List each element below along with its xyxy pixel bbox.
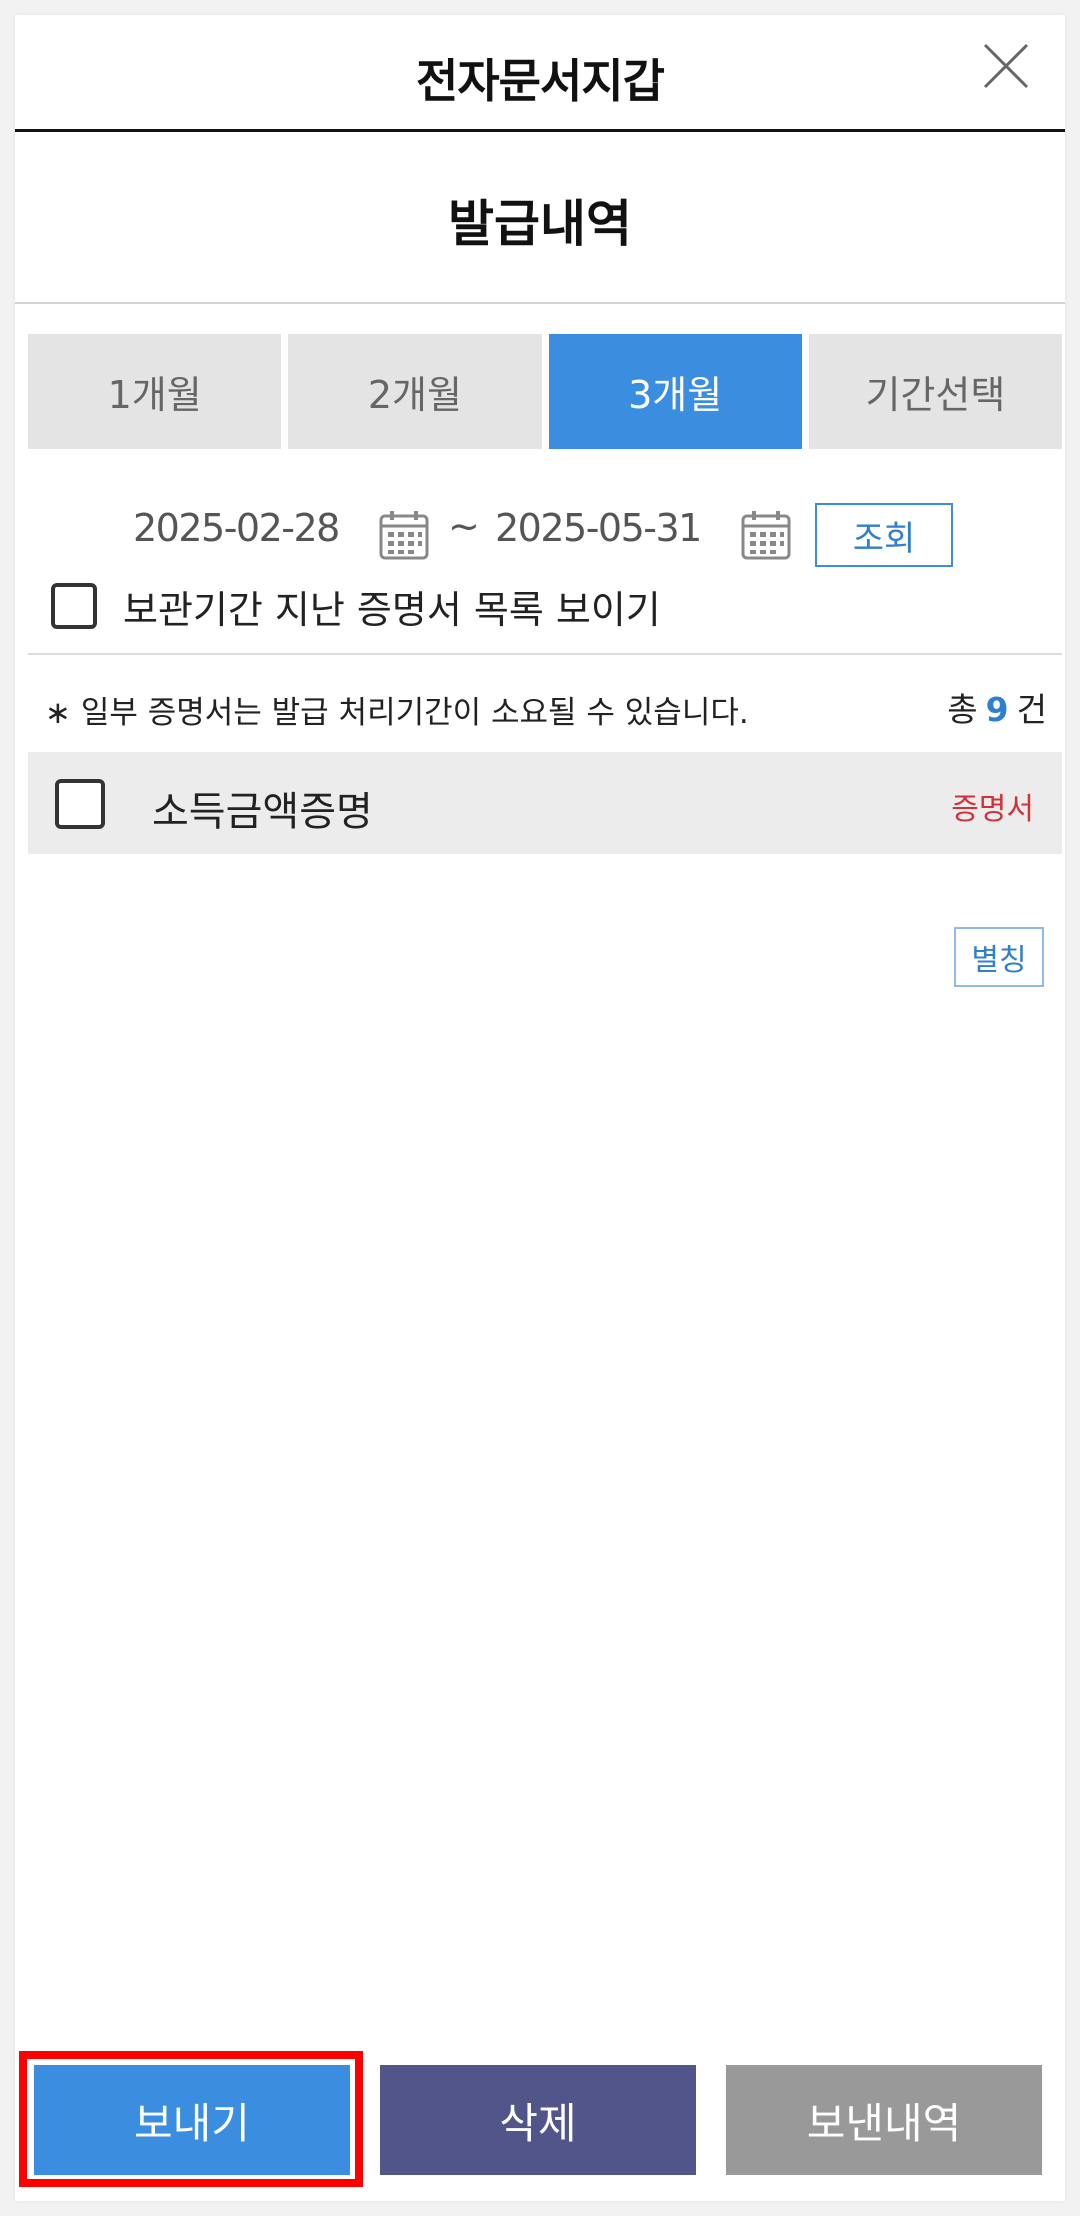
count-prefix: 총	[947, 690, 978, 729]
tab-3-months[interactable]: 3개월	[548, 334, 802, 449]
count-suffix: 건	[1016, 690, 1047, 729]
close-button[interactable]	[981, 41, 1031, 91]
divider	[28, 653, 1062, 655]
header: 전자문서지갑	[15, 15, 1065, 132]
count-value: 9	[985, 690, 1009, 729]
show-expired-label: 보관기간 지난 증명서 목록 보이기	[123, 587, 661, 632]
total-count: 총9건	[947, 683, 1047, 731]
alias-button[interactable]: 별칭	[954, 927, 1044, 987]
tab-custom-period[interactable]: 기간선택	[808, 334, 1062, 449]
item-name: 소득금액증명	[152, 789, 373, 835]
date-range-row: 2025-02-28 ~ 2025-05-31 조회	[15, 488, 1065, 568]
section-title: 발급내역	[448, 195, 632, 253]
tab-1-month[interactable]: 1개월	[28, 334, 282, 449]
start-date[interactable]: 2025-02-28	[133, 506, 340, 550]
date-separator: ~	[448, 504, 480, 548]
close-icon	[983, 43, 1029, 89]
item-checkbox[interactable]	[55, 779, 105, 829]
end-calendar-icon[interactable]	[739, 508, 793, 562]
section-header: 발급내역	[15, 132, 1065, 304]
bottom-action-bar: 보내기 삭제 보낸내역	[15, 2065, 1065, 2177]
wallet-panel: 전자문서지갑 발급내역 1개월 2개월 3개월 기간선택 2025-02-28	[15, 15, 1065, 2201]
item-type-badge: 증명서	[951, 792, 1034, 827]
delete-button[interactable]: 삭제	[380, 2065, 696, 2175]
end-date[interactable]: 2025-05-31	[495, 506, 702, 550]
start-calendar-icon[interactable]	[377, 508, 431, 562]
tab-2-months[interactable]: 2개월	[288, 334, 542, 449]
send-button[interactable]: 보내기	[34, 2065, 350, 2175]
search-button[interactable]: 조회	[815, 503, 953, 567]
page-title: 전자문서지갑	[416, 54, 665, 108]
processing-notice: ∗ 일부 증명서는 발급 처리기간이 소요될 수 있습니다.	[45, 695, 749, 731]
list-item[interactable]: 소득금액증명 증명서	[28, 752, 1062, 854]
show-expired-toggle[interactable]: 보관기간 지난 증명서 목록 보이기	[51, 571, 661, 641]
show-expired-checkbox[interactable]	[51, 583, 97, 629]
sent-history-button[interactable]: 보낸내역	[726, 2065, 1042, 2175]
period-tabs: 1개월 2개월 3개월 기간선택	[28, 334, 1062, 449]
